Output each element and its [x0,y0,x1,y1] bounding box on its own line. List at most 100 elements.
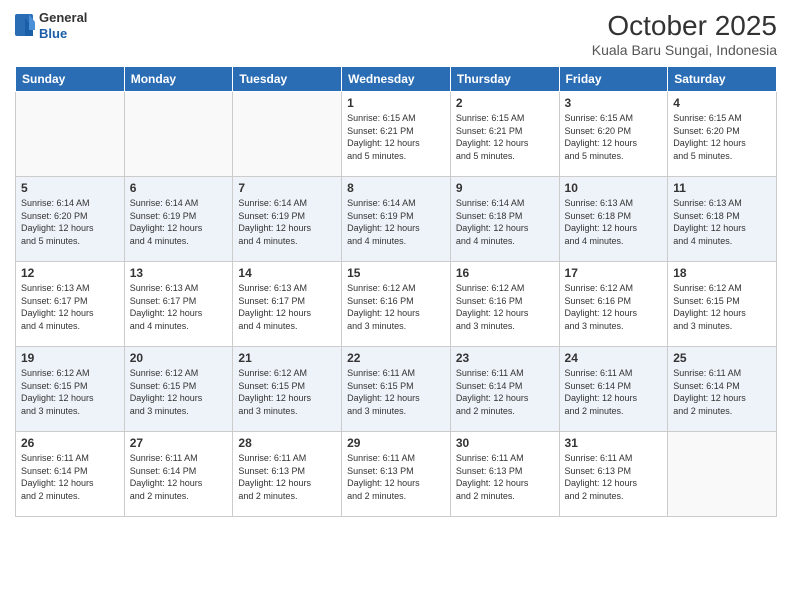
page-header: General Blue October 2025 Kuala Baru Sun… [15,10,777,58]
day-info: Sunrise: 6:11 AM Sunset: 6:13 PM Dayligh… [347,452,445,502]
day-number: 2 [456,96,554,110]
table-row: 22 Sunrise: 6:11 AM Sunset: 6:15 PM Dayli… [342,347,451,432]
day-number: 17 [565,266,663,280]
table-row: 18Sunrise: 6:12 AM Sunset: 6:15 PM Dayli… [668,262,777,347]
title-block: October 2025 Kuala Baru Sungai, Indonesi… [592,10,777,58]
day-info: Sunrise: 6:15 AM Sunset: 6:20 PM Dayligh… [673,112,771,162]
month-title: October 2025 [592,10,777,42]
calendar-header-row: Sunday Monday Tuesday Wednesday Thursday… [16,67,777,92]
table-row: 14 Sunrise: 6:13 AM Sunset: 6:17 PM Dayli… [233,262,342,347]
day-number: 22 [347,351,445,365]
table-row: 8 Sunrise: 6:14 AM Sunset: 6:19 PM Daylig… [342,177,451,262]
table-row: 10Sunrise: 6:13 AM Sunset: 6:18 PM Dayli… [559,177,668,262]
day-info: Sunrise: 6:11 AM Sunset: 6:14 PM Dayligh… [673,367,771,417]
day-info: Sunrise: 6:13 AM Sunset: 6:18 PM Dayligh… [565,197,663,247]
day-number: 23 [456,351,554,365]
day-info: Sunrise: 6:11 AM Sunset: 6:14 PM Dayligh… [456,367,554,417]
day-info: Sunrise: 6:11 AM Sunset: 6:14 PM Dayligh… [130,452,228,502]
calendar-week-row: 12 Sunrise: 6:13 AM Sunset: 6:17 PM Dayli… [16,262,777,347]
day-number: 13 [130,266,228,280]
day-number: 11 [673,181,771,195]
table-row: 7Sunrise: 6:14 AM Sunset: 6:19 PM Daylig… [233,177,342,262]
day-info: Sunrise: 6:13 AM Sunset: 6:17 PM Dayligh… [238,282,336,332]
day-info: Sunrise: 6:14 AM Sunset: 6:18 PM Dayligh… [456,197,554,247]
calendar-week-row: 19 Sunrise: 6:12 AM Sunset: 6:15 PM Dayli… [16,347,777,432]
col-saturday: Saturday [668,67,777,92]
day-number: 28 [238,436,336,450]
day-info: Sunrise: 6:15 AM Sunset: 6:21 PM Dayligh… [456,112,554,162]
table-row: 21Sunrise: 6:12 AM Sunset: 6:15 PM Dayli… [233,347,342,432]
day-number: 14 [238,266,336,280]
day-info: Sunrise: 6:12 AM Sunset: 6:15 PM Dayligh… [21,367,119,417]
logo-text: General Blue [39,10,87,41]
table-row: 3Sunrise: 6:15 AM Sunset: 6:20 PM Daylig… [559,92,668,177]
logo-icon [15,14,35,38]
day-number: 7 [238,181,336,195]
table-row: 15 Sunrise: 6:12 AM Sunset: 6:16 PM Dayli… [342,262,451,347]
day-number: 12 [21,266,119,280]
day-number: 20 [130,351,228,365]
day-number: 3 [565,96,663,110]
calendar-week-row: 5 Sunrise: 6:14 AM Sunset: 6:20 PM Daylig… [16,177,777,262]
day-number: 25 [673,351,771,365]
table-row: 1 Sunrise: 6:15 AM Sunset: 6:21 PM Daylig… [342,92,451,177]
table-row [668,432,777,517]
table-row: 12 Sunrise: 6:13 AM Sunset: 6:17 PM Dayli… [16,262,125,347]
col-wednesday: Wednesday [342,67,451,92]
calendar-week-row: 1 Sunrise: 6:15 AM Sunset: 6:21 PM Daylig… [16,92,777,177]
day-info: Sunrise: 6:13 AM Sunset: 6:17 PM Dayligh… [21,282,119,332]
day-info: Sunrise: 6:12 AM Sunset: 6:16 PM Dayligh… [347,282,445,332]
table-row: 31 Sunrise: 6:11 AM Sunset: 6:13 PM Dayli… [559,432,668,517]
day-number: 8 [347,181,445,195]
logo-blue: Blue [39,26,87,42]
table-row: 30Sunrise: 6:11 AM Sunset: 6:13 PM Dayli… [450,432,559,517]
table-row: 2 Sunrise: 6:15 AM Sunset: 6:21 PM Daylig… [450,92,559,177]
table-row: 23 Sunrise: 6:11 AM Sunset: 6:14 PM Dayli… [450,347,559,432]
table-row: 20 Sunrise: 6:12 AM Sunset: 6:15 PM Dayli… [124,347,233,432]
table-row: 27 Sunrise: 6:11 AM Sunset: 6:14 PM Dayli… [124,432,233,517]
day-number: 18 [673,266,771,280]
day-number: 5 [21,181,119,195]
table-row: 28 Sunrise: 6:11 AM Sunset: 6:13 PM Dayli… [233,432,342,517]
table-row: 4 Sunrise: 6:15 AM Sunset: 6:20 PM Daylig… [668,92,777,177]
day-number: 19 [21,351,119,365]
day-info: Sunrise: 6:11 AM Sunset: 6:13 PM Dayligh… [238,452,336,502]
day-number: 4 [673,96,771,110]
day-info: Sunrise: 6:11 AM Sunset: 6:15 PM Dayligh… [347,367,445,417]
day-info: Sunrise: 6:14 AM Sunset: 6:19 PM Dayligh… [347,197,445,247]
table-row: 25 Sunrise: 6:11 AM Sunset: 6:14 PM Dayli… [668,347,777,432]
calendar-week-row: 26Sunrise: 6:11 AM Sunset: 6:14 PM Dayli… [16,432,777,517]
day-number: 6 [130,181,228,195]
day-number: 15 [347,266,445,280]
table-row: 5 Sunrise: 6:14 AM Sunset: 6:20 PM Daylig… [16,177,125,262]
day-info: Sunrise: 6:14 AM Sunset: 6:20 PM Dayligh… [21,197,119,247]
day-info: Sunrise: 6:11 AM Sunset: 6:13 PM Dayligh… [565,452,663,502]
day-info: Sunrise: 6:11 AM Sunset: 6:14 PM Dayligh… [21,452,119,502]
table-row: 29 Sunrise: 6:11 AM Sunset: 6:13 PM Dayli… [342,432,451,517]
col-thursday: Thursday [450,67,559,92]
day-info: Sunrise: 6:15 AM Sunset: 6:21 PM Dayligh… [347,112,445,162]
day-number: 29 [347,436,445,450]
day-number: 1 [347,96,445,110]
col-monday: Monday [124,67,233,92]
day-info: Sunrise: 6:12 AM Sunset: 6:15 PM Dayligh… [130,367,228,417]
table-row [233,92,342,177]
day-number: 27 [130,436,228,450]
day-number: 31 [565,436,663,450]
day-info: Sunrise: 6:13 AM Sunset: 6:17 PM Dayligh… [130,282,228,332]
table-row: 17Sunrise: 6:12 AM Sunset: 6:16 PM Dayli… [559,262,668,347]
day-number: 9 [456,181,554,195]
col-sunday: Sunday [16,67,125,92]
day-number: 16 [456,266,554,280]
day-info: Sunrise: 6:14 AM Sunset: 6:19 PM Dayligh… [130,197,228,247]
day-number: 30 [456,436,554,450]
table-row: 26Sunrise: 6:11 AM Sunset: 6:14 PM Dayli… [16,432,125,517]
day-info: Sunrise: 6:13 AM Sunset: 6:18 PM Dayligh… [673,197,771,247]
col-friday: Friday [559,67,668,92]
table-row: 16Sunrise: 6:12 AM Sunset: 6:16 PM Dayli… [450,262,559,347]
table-row [16,92,125,177]
day-info: Sunrise: 6:11 AM Sunset: 6:14 PM Dayligh… [565,367,663,417]
table-row [124,92,233,177]
col-tuesday: Tuesday [233,67,342,92]
location: Kuala Baru Sungai, Indonesia [592,42,777,58]
